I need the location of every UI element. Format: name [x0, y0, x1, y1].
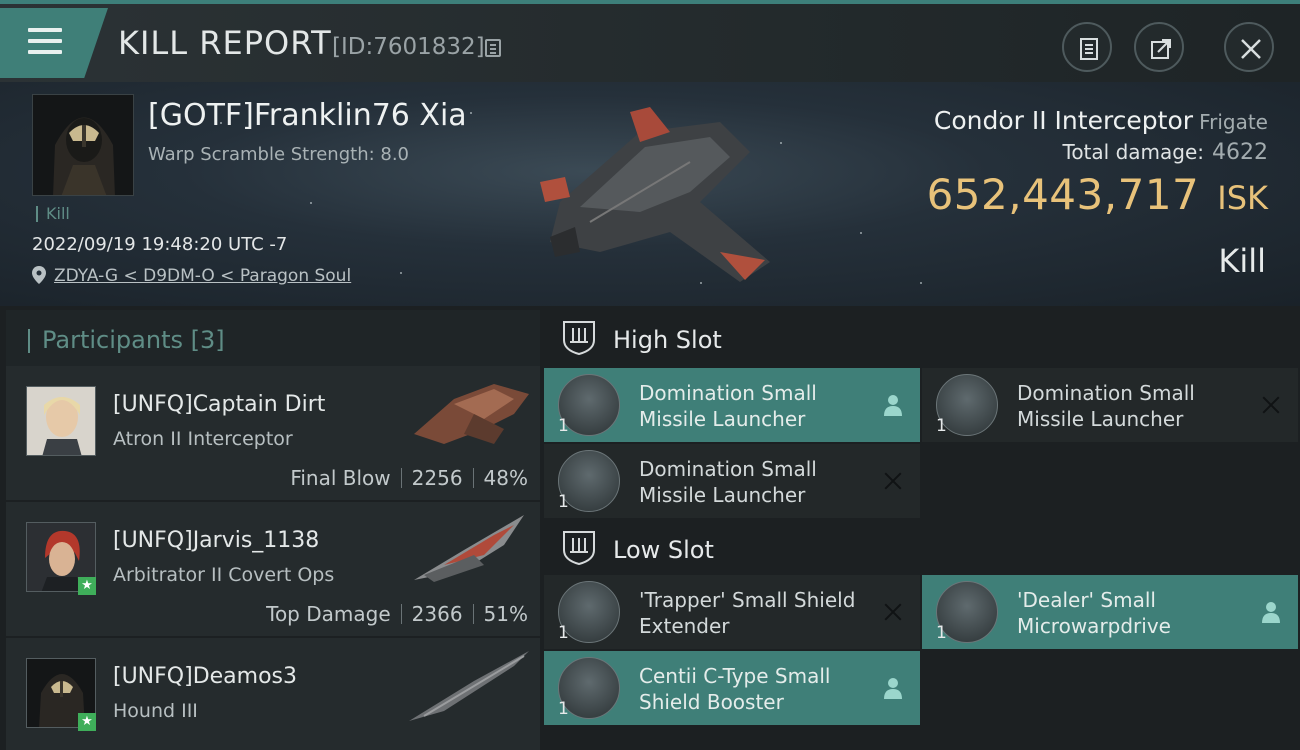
copy-icon[interactable]	[485, 39, 501, 57]
location-pin-icon	[32, 266, 46, 284]
victim-ship-image	[540, 107, 770, 282]
participant-ship: Hound III	[113, 700, 198, 722]
module-name: Domination Small Missile Launcher	[1017, 381, 1195, 431]
participant-percent: 51%	[483, 602, 528, 626]
high-slot-icon	[563, 321, 595, 356]
victim-name[interactable]: [GOTF]Franklin76 Xia	[148, 98, 467, 133]
clipboard-button[interactable]	[1062, 22, 1112, 72]
participant-damage: 2366	[411, 602, 463, 626]
total-damage-value: 4622	[1212, 140, 1268, 165]
participant-name[interactable]: [UNFQ]Jarvis_1138	[113, 528, 319, 553]
page-title: KILL REPORT	[118, 24, 332, 62]
participant-stats: Top Damage 2366 51%	[266, 602, 528, 626]
close-button[interactable]	[1224, 22, 1274, 72]
participant-stats: Final Blow 2256 48%	[290, 466, 528, 490]
module-qty: 1	[558, 492, 569, 512]
destroyed-x-icon	[882, 470, 904, 492]
participant-ship: Atron II Interceptor	[113, 428, 293, 450]
destroyed-x-icon	[1260, 394, 1282, 416]
hamburger-icon	[28, 28, 62, 56]
location-link[interactable]: ZDYA-G < D9DM-O < Paragon Soul	[54, 266, 351, 286]
participant-role: Top Damage	[266, 602, 391, 626]
participant-ship-image	[414, 515, 524, 582]
person-icon	[884, 678, 902, 699]
isk-unit: ISK	[1217, 179, 1268, 217]
clipboard-icon	[1080, 38, 1098, 60]
star-badge-icon: ★	[78, 577, 96, 595]
report-id: [ID:7601832]	[332, 34, 485, 60]
module-name: 'Dealer' Small Microwarpdrive	[1017, 588, 1171, 638]
isk-value: 652,443,717 ISK	[927, 170, 1268, 219]
victim-avatar[interactable]	[32, 94, 134, 196]
victim-ship-type[interactable]: Condor II Interceptor Frigate	[934, 106, 1268, 135]
module-item[interactable]: 1 Centii C-Type Small Shield Booster	[544, 651, 920, 725]
participant-avatar[interactable]	[26, 386, 96, 456]
module-name: Domination Small Missile Launcher	[639, 381, 817, 431]
module-item[interactable]: 1 'Trapper' Small Shield Extender	[544, 575, 920, 649]
total-damage-label: Total damage:	[1062, 140, 1205, 164]
module-name: 'Trapper' Small Shield Extender	[639, 588, 856, 638]
module-item[interactable]: 1 'Dealer' Small Microwarpdrive	[922, 575, 1298, 649]
module-name: Centii C-Type Small Shield Booster	[639, 664, 831, 714]
destroyed-x-icon	[882, 601, 904, 623]
ship-name: Condor II Interceptor	[933, 106, 1194, 135]
high-slot-label: High Slot	[613, 326, 722, 354]
close-icon	[1241, 39, 1261, 59]
participant-ship-image	[414, 384, 529, 444]
menu-button[interactable]	[0, 8, 108, 78]
star-badge-icon: ★	[78, 713, 96, 731]
low-slot-label: Low Slot	[613, 536, 714, 564]
participant-ship-image	[409, 651, 529, 721]
participant-row[interactable]: [UNFQ]Captain Dirt Atron II Interceptor …	[6, 366, 540, 502]
low-slot-header: Low Slot	[544, 520, 1300, 576]
result-label: Kill	[1218, 242, 1266, 280]
isk-amount: 652,443,717	[926, 170, 1200, 219]
victim-summary: [GOTF]Franklin76 Xia Warp Scramble Stren…	[0, 82, 1300, 306]
module-item[interactable]: 1 Domination Small Missile Launcher	[544, 368, 920, 442]
high-slot-header: High Slot	[544, 310, 1300, 366]
module-qty: 1	[558, 416, 569, 436]
participant-ship: Arbitrator II Covert Ops	[113, 564, 335, 586]
kill-location[interactable]: ZDYA-G < D9DM-O < Paragon Soul	[32, 266, 351, 286]
kill-datetime: 2022/09/19 19:48:20 UTC -7	[32, 234, 288, 255]
participants-header: Participants [3]	[6, 310, 540, 366]
participant-percent: 48%	[483, 466, 528, 490]
total-damage: Total damage: 4622	[1063, 140, 1269, 165]
module-qty: 1	[558, 623, 569, 643]
top-bar: KILL REPORT [ID:7601832]	[0, 0, 1300, 82]
participants-panel: Participants [3] [UNFQ]Captain Dirt Atro…	[6, 310, 540, 750]
share-button[interactable]	[1134, 22, 1184, 72]
participant-role: Final Blow	[290, 466, 391, 490]
low-slot-icon	[563, 531, 595, 566]
person-icon	[1262, 602, 1280, 623]
participants-label: Participants	[42, 326, 183, 354]
warp-scramble-strength: Warp Scramble Strength: 8.0	[148, 144, 410, 165]
module-qty: 1	[936, 623, 947, 643]
share-icon	[1151, 39, 1171, 59]
participant-damage: 2256	[411, 466, 463, 490]
fitting-panel: High Slot 1 Domination Small Missile Laun…	[544, 310, 1300, 750]
participant-name[interactable]: [UNFQ]Deamos3	[113, 664, 297, 689]
module-item[interactable]: 1 Domination Small Missile Launcher	[544, 444, 920, 518]
module-name: Domination Small Missile Launcher	[639, 457, 817, 507]
kill-tag: Kill	[36, 206, 70, 222]
participant-row[interactable]: ★ [UNFQ]Deamos3 Hound III	[6, 638, 540, 750]
module-qty: 1	[558, 699, 569, 719]
ship-class: Frigate	[1199, 110, 1268, 134]
participants-count: [3]	[190, 326, 225, 354]
participant-name[interactable]: [UNFQ]Captain Dirt	[113, 392, 325, 417]
person-icon	[884, 395, 902, 416]
module-item[interactable]: 1 Domination Small Missile Launcher	[922, 368, 1298, 442]
participant-row[interactable]: ★ [UNFQ]Jarvis_1138 Arbitrator II Covert…	[6, 502, 540, 638]
module-qty: 1	[936, 416, 947, 436]
